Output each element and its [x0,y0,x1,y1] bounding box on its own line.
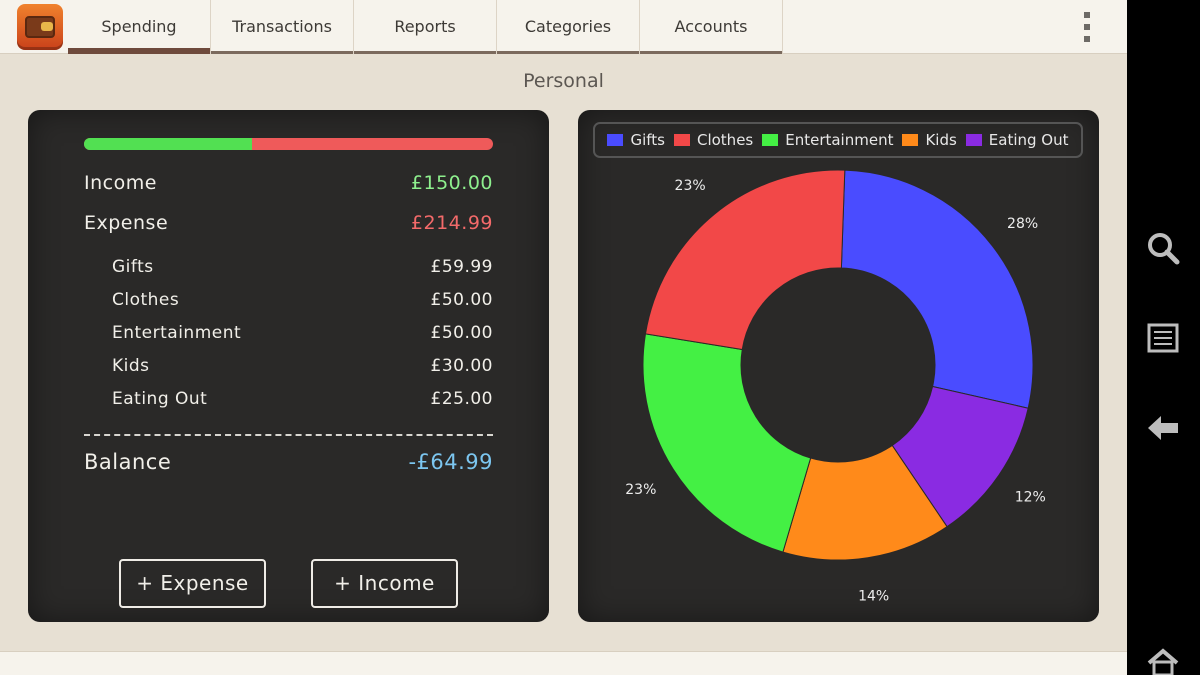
system-nav-bar [1127,0,1200,675]
overflow-menu-icon[interactable] [1080,12,1094,42]
category-label: Clothes [112,290,180,310]
category-row-clothes: Clothes £50.00 [112,290,493,310]
home-icon[interactable] [1145,645,1181,675]
wallet-app-icon[interactable] [17,4,63,50]
category-value: £25.00 [430,389,493,409]
category-value: £59.99 [430,257,493,277]
pie-slice-entertainment[interactable] [642,333,812,553]
tab-categories[interactable]: Categories [497,0,640,54]
tab-accounts[interactable]: Accounts [640,0,783,54]
income-bar-fill [84,138,253,150]
tab-reports[interactable]: Reports [354,0,497,54]
income-value: £150.00 [410,172,493,194]
app-window: Spending Transactions Reports Categories… [0,0,1127,675]
page-title: Personal [523,70,604,92]
expense-label: Expense [84,212,169,234]
income-label: Income [84,172,157,194]
category-value: £50.00 [430,290,493,310]
summary-board: Income £150.00 Expense £214.99 Gifts £59… [28,110,549,622]
menu-icon[interactable] [1145,320,1181,356]
back-icon[interactable] [1145,410,1181,446]
category-label: Entertainment [112,323,242,343]
pie-slice-label: 23% [625,482,656,498]
category-label: Gifts [112,257,154,277]
category-row-eating-out: Eating Out £25.00 [112,389,493,409]
tab-strip: Spending Transactions Reports Categories… [68,0,783,54]
expense-value: £214.99 [410,212,493,234]
pie-slice-label: 14% [858,588,889,604]
category-row-kids: Kids £30.00 [112,356,493,376]
add-expense-button[interactable]: + Expense [119,559,266,608]
tab-spending[interactable]: Spending [68,0,211,54]
category-label: Kids [112,356,150,376]
chart-board: Gifts Clothes Entertainment Kids Eating Out … [578,110,1099,622]
category-value: £30.00 [430,356,493,376]
category-row-gifts: Gifts £59.99 [112,257,493,277]
search-icon[interactable] [1145,230,1181,266]
income-expense-bar [84,138,493,150]
donut-chart: 28% 12% 14% 23% 23% [625,169,1046,604]
bottom-bar [0,651,1127,675]
balance-value: -£64.99 [408,450,493,474]
category-row-entertainment: Entertainment £50.00 [112,323,493,343]
income-row: Income £150.00 [84,172,493,194]
top-tab-bar: Spending Transactions Reports Categories… [0,0,1127,54]
divider [84,434,493,436]
balance-label: Balance [84,450,172,474]
pie-slice-label: 12% [1015,490,1046,506]
category-value: £50.00 [430,323,493,343]
balance-row: Balance -£64.99 [84,450,493,474]
add-income-button[interactable]: + Income [311,559,458,608]
expense-row: Expense £214.99 [84,212,493,234]
pie-slice-gifts[interactable] [840,169,1034,409]
pie-slice-eating-out[interactable] [644,169,846,351]
category-label: Eating Out [112,389,208,409]
tab-transactions[interactable]: Transactions [211,0,354,54]
pie-slice-label: 28% [1007,216,1038,232]
pie-slice-label: 23% [675,178,706,194]
